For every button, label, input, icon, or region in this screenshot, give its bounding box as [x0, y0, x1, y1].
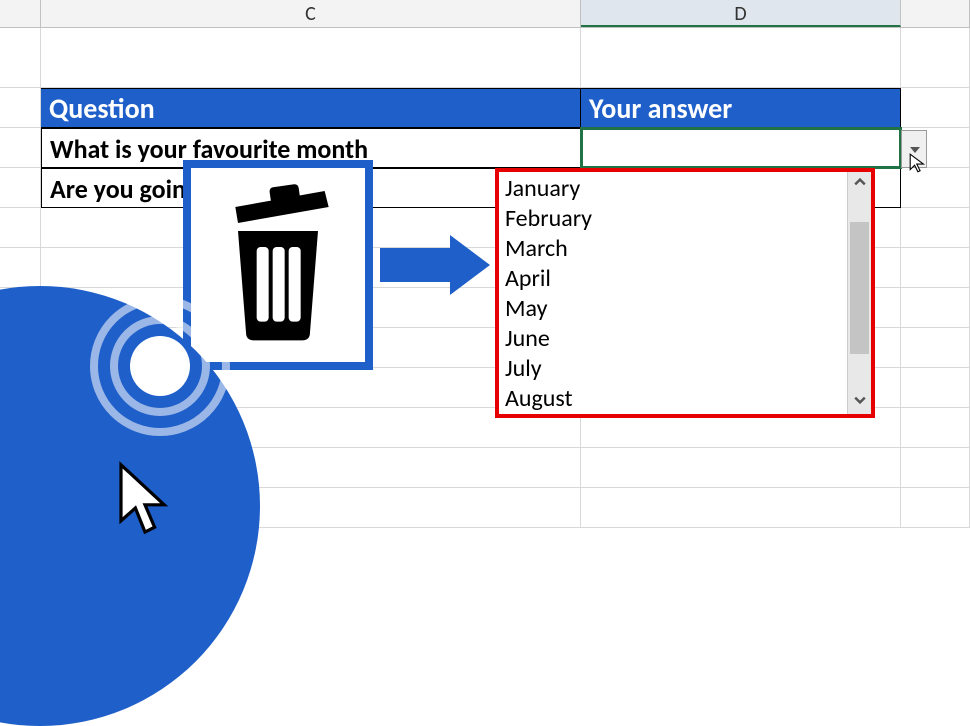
header-answer[interactable]: Your answer [581, 88, 901, 128]
column-header-d[interactable]: D [581, 0, 901, 27]
chevron-up-icon[interactable] [848, 172, 871, 196]
cursor-icon [110, 460, 180, 545]
column-header-c[interactable]: C [41, 0, 581, 27]
header-question[interactable]: Question [41, 88, 581, 128]
column-headers: C D [0, 0, 970, 28]
chevron-down-icon[interactable] [848, 390, 871, 414]
table-header-row: Question Your answer [0, 88, 970, 128]
table-row: What is your favourite month [0, 128, 970, 168]
dropdown-item[interactable]: April [505, 264, 841, 294]
dropdown-items-container: January February March April May June Ju… [499, 172, 847, 414]
dropdown-item[interactable]: August [505, 384, 841, 414]
column-header-next[interactable] [901, 0, 970, 27]
answer-cell-selected[interactable] [581, 128, 901, 168]
dropdown-list: January February March April May June Ju… [495, 168, 875, 418]
dropdown-item[interactable]: June [505, 324, 841, 354]
trash-icon [208, 183, 348, 348]
dropdown-item[interactable]: May [505, 294, 841, 324]
column-header-blank[interactable] [0, 0, 41, 27]
dropdown-button[interactable] [901, 130, 927, 168]
scrollbar-thumb[interactable] [850, 222, 869, 354]
blank-row [0, 28, 970, 88]
dropdown-item[interactable]: February [505, 204, 841, 234]
dropdown-scrollbar[interactable] [847, 172, 871, 414]
dropdown-item[interactable]: January [505, 174, 841, 204]
dropdown-item[interactable]: July [505, 354, 841, 384]
dropdown-item[interactable]: March [505, 234, 841, 264]
